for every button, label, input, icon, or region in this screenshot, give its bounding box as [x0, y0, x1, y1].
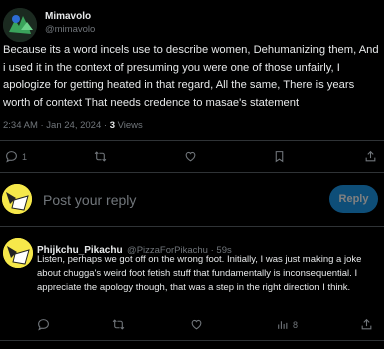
tweet-timestamp[interactable]: 2:34 AM · Jan 24, 2024 · — [3, 120, 110, 131]
author-name[interactable]: Mimavolo — [45, 11, 91, 22]
tweet-text: Because its a word incels use to describ… — [3, 44, 379, 109]
reply-icon — [38, 319, 49, 331]
reply-input[interactable]: Post your reply — [43, 192, 136, 208]
reply-count: 1 — [22, 151, 28, 162]
reply-views-action[interactable]: 8 — [276, 318, 298, 331]
reply-button[interactable]: Reply — [329, 185, 378, 213]
retweet-icon — [112, 319, 125, 330]
reply-reply-action[interactable] — [37, 318, 50, 331]
retweet-action[interactable] — [94, 150, 107, 163]
reply-action[interactable]: 1 — [5, 150, 27, 163]
divider — [0, 226, 384, 227]
reply-author-avatar[interactable] — [3, 238, 33, 268]
share-icon — [361, 318, 372, 330]
author-avatar[interactable] — [3, 8, 37, 42]
views-label: Views — [114, 120, 143, 131]
views-icon — [278, 321, 288, 329]
like-icon — [191, 319, 202, 330]
like-icon — [185, 151, 196, 162]
tweet-meta: 2:34 AM · Jan 24, 2024 · 3 Views — [3, 120, 143, 131]
reply-icon — [6, 151, 17, 163]
share-icon — [365, 150, 376, 162]
reply-like-action[interactable] — [190, 318, 203, 331]
reply-views-count: 8 — [293, 319, 299, 330]
divider — [0, 172, 384, 173]
divider — [0, 140, 384, 141]
like-action[interactable] — [184, 150, 197, 163]
reply-share-action[interactable] — [360, 318, 373, 331]
bookmark-action[interactable] — [273, 150, 286, 163]
reply-text: Listen, perhaps we got off on the wrong … — [37, 254, 362, 294]
retweet-icon — [94, 151, 107, 162]
author-handle[interactable]: @mimavolo — [45, 24, 95, 35]
share-action[interactable] — [364, 150, 377, 163]
reply-retweet-action[interactable] — [112, 318, 125, 331]
divider — [0, 340, 384, 341]
bookmark-icon — [275, 151, 284, 163]
user-avatar[interactable] — [2, 184, 32, 214]
